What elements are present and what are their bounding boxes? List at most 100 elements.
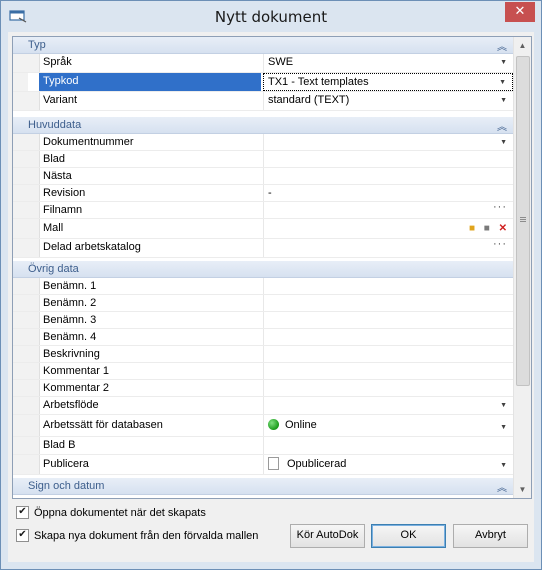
property-label: Typkod	[39, 73, 261, 91]
property-row-blad-b[interactable]: Blad B	[13, 437, 513, 455]
description-4-field[interactable]	[263, 329, 513, 345]
property-row-blad[interactable]: Blad	[13, 151, 513, 168]
dropdown-arrow-icon[interactable]: ▼	[500, 92, 507, 109]
row-marker	[28, 312, 40, 328]
property-label: Blad	[43, 153, 66, 165]
publish-select[interactable]: Opublicerad ▼	[263, 455, 513, 474]
row-gutter	[13, 185, 28, 201]
dropdown-arrow-icon[interactable]: ▼	[499, 74, 506, 91]
sheet-field[interactable]	[263, 151, 513, 167]
browse-ellipsis-button[interactable]: ···	[493, 236, 507, 253]
dropdown-arrow-icon[interactable]: ▼	[500, 134, 507, 151]
default-template-checkbox-row[interactable]: ✔ Skapa nya dokument från den förvalda ma…	[16, 528, 258, 545]
property-value: TX1 - Text templates	[268, 76, 369, 88]
run-autodok-button[interactable]: Kör AutoDok	[290, 524, 365, 548]
open-folder-icon[interactable]: ■	[469, 223, 475, 234]
row-marker	[28, 437, 40, 454]
section-header-huvuddata[interactable]: Huvuddata ︽	[13, 117, 513, 134]
description-1-field[interactable]	[263, 278, 513, 294]
property-row-benamn-3[interactable]: Benämn. 3	[13, 312, 513, 329]
row-marker	[28, 168, 40, 184]
dropdown-arrow-icon[interactable]: ▼	[500, 417, 507, 438]
property-row-filnamn[interactable]: Filnamn ···	[13, 199, 513, 219]
comment-2-field[interactable]	[263, 380, 513, 396]
package-icon[interactable]: ■	[484, 223, 490, 234]
comment-1-field[interactable]	[263, 363, 513, 379]
property-label: Arbetsflöde	[43, 399, 99, 411]
property-value: -	[268, 187, 272, 199]
property-row-kommentar-2[interactable]: Kommentar 2	[13, 380, 513, 397]
property-label: Benämn. 3	[43, 314, 97, 326]
property-row-delad-arbetskatalog[interactable]: Delad arbetskatalog ···	[13, 236, 513, 258]
collapse-icon[interactable]: ︽	[497, 479, 507, 494]
summary-field[interactable]	[263, 346, 513, 362]
row-marker	[28, 219, 40, 238]
property-row-arbetssatt[interactable]: Arbetssätt för databasen Online ▼	[13, 415, 513, 437]
property-row-revision[interactable]: Revision -	[13, 185, 513, 202]
template-field[interactable]: ■ ■ ✕	[263, 219, 513, 238]
dropdown-arrow-icon[interactable]: ▼	[500, 54, 507, 71]
variant-select[interactable]: standard (TEXT) ▼	[263, 92, 513, 110]
revision-field[interactable]: -	[263, 185, 513, 201]
next-field[interactable]	[263, 168, 513, 184]
row-marker	[28, 92, 40, 110]
delete-icon[interactable]: ✕	[499, 223, 507, 234]
description-3-field[interactable]	[263, 312, 513, 328]
cancel-button[interactable]: Avbryt	[453, 524, 528, 548]
close-button[interactable]: ✕	[505, 2, 535, 22]
property-row-beskrivning[interactable]: Beskrivning	[13, 346, 513, 363]
scrollbar-thumb[interactable]	[516, 56, 530, 386]
property-row-nasta[interactable]: Nästa	[13, 168, 513, 185]
title-bar[interactable]: Nytt dokument ✕	[1, 1, 541, 33]
collapse-icon[interactable]: ︽	[497, 118, 507, 133]
workflow-select[interactable]: ▼	[263, 397, 513, 414]
property-row-benamn-4[interactable]: Benämn. 4	[13, 329, 513, 346]
property-label: Variant	[43, 94, 78, 106]
property-row-kommentar-1[interactable]: Kommentar 1	[13, 363, 513, 380]
language-select[interactable]: SWE ▼	[263, 54, 513, 72]
database-mode-select[interactable]: Online ▼	[263, 415, 513, 436]
property-label: Benämn. 2	[43, 297, 97, 309]
property-row-publicera[interactable]: Publicera Opublicerad ▼	[13, 455, 513, 475]
property-row-typkod[interactable]: Typkod TX1 - Text templates ▼	[13, 73, 513, 92]
scroll-up-arrow-icon[interactable]: ▲	[514, 37, 531, 54]
open-document-checkbox[interactable]: ✔	[16, 505, 29, 519]
ok-button[interactable]: OK	[371, 524, 446, 548]
sheet-b-field[interactable]	[263, 437, 513, 454]
row-marker	[28, 329, 40, 345]
section-label-typ: Typ	[28, 39, 46, 51]
property-row-arbetsflode[interactable]: Arbetsflöde ▼	[13, 397, 513, 415]
property-row-benamn-1[interactable]: Benämn. 1	[13, 278, 513, 295]
property-label: Filnamn	[43, 204, 83, 216]
shared-workdir-field[interactable]: ···	[263, 236, 513, 257]
document-number-field[interactable]: ▼	[263, 134, 513, 150]
close-icon: ✕	[514, 4, 526, 19]
property-row-sprak[interactable]: Språk SWE ▼	[13, 54, 513, 73]
row-marker	[28, 278, 40, 294]
open-document-checkbox-row[interactable]: ✔ Öppna dokumentet när det skapats	[16, 505, 206, 522]
document-icon	[268, 456, 279, 470]
row-gutter	[13, 151, 28, 167]
dropdown-arrow-icon[interactable]: ▼	[500, 397, 507, 414]
description-2-field[interactable]	[263, 295, 513, 311]
typecode-select[interactable]: TX1 - Text templates ▼	[263, 73, 513, 91]
vertical-scrollbar[interactable]: ▲ ▼	[513, 37, 531, 498]
property-row-mall[interactable]: Mall ■ ■ ✕	[13, 219, 513, 239]
section-header-ovrig-data[interactable]: Övrig data	[13, 261, 513, 278]
row-marker	[28, 239, 40, 257]
property-label: Revision	[43, 187, 86, 199]
filename-field[interactable]: ···	[263, 199, 513, 218]
property-row-benamn-2[interactable]: Benämn. 2	[13, 295, 513, 312]
checkbox-label: Öppna dokumentet när det skapats	[34, 507, 206, 519]
property-row-variant[interactable]: Variant standard (TEXT) ▼	[13, 92, 513, 111]
collapse-icon[interactable]: ︽	[497, 38, 507, 53]
browse-ellipsis-button[interactable]: ···	[493, 199, 507, 216]
dropdown-arrow-icon[interactable]: ▼	[500, 456, 507, 475]
row-marker	[28, 185, 40, 201]
section-header-typ[interactable]: Typ ︽	[13, 37, 513, 54]
section-header-sign-och-datum[interactable]: Sign och datum ︽	[13, 478, 513, 495]
property-row-dokumentnummer[interactable]: Dokumentnummer ▼	[13, 134, 513, 151]
row-gutter	[13, 346, 28, 362]
scroll-down-arrow-icon[interactable]: ▼	[514, 481, 531, 498]
default-template-checkbox[interactable]: ✔	[16, 528, 29, 542]
